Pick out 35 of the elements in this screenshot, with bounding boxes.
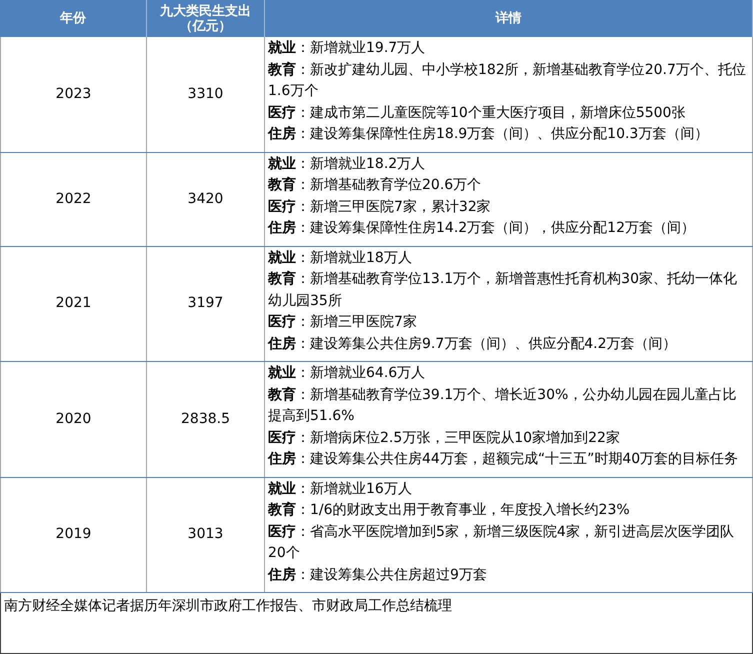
table-cell-text: 2019 xyxy=(56,525,92,544)
detail-line: 就业：新增就业18.2万人 xyxy=(268,154,426,174)
table-cell-text: 3013 xyxy=(188,525,224,544)
column-heading: 详情 xyxy=(496,11,522,26)
detail-line: 就业：新增就业18万人 xyxy=(268,248,413,268)
detail-line: 教育：新增基础教育学位13.1万个，新增普惠性托育机构30家、托幼一体化幼儿园35所 xyxy=(268,270,738,310)
detail-line: 医疗：建成市第二儿童医院等10个重大医疗项目，新增床位5500张 xyxy=(268,104,686,122)
detail-line: 住房：建设筹集公共住房超过9万套 xyxy=(268,566,488,584)
column-heading: 九大类民生支出 xyxy=(160,4,251,18)
column-heading: （亿元） xyxy=(180,18,232,34)
detail-line: 住房：建设筹集公共住房44万套，超额完成“十三五”时期40万套的目标任务 xyxy=(268,450,740,469)
detail-line: 住房：建设筹集保障性住房14.2万套（间），供应分配12万套（间） xyxy=(268,218,696,238)
table-cell-text: 2020 xyxy=(56,410,92,429)
detail-line: 住房：建设筹集保障性住房18.9万套（间）、供应分配10.3万套（间） xyxy=(268,124,710,144)
detail-line: 医疗：省高水平医院增加到5家，新增三级医院4家，新引进高层次医学团队20个 xyxy=(268,522,735,563)
detail-line: 教育：新改扩建幼儿园、中小学校182所，新增基础教育学位20.7万个、托位1.6万个 xyxy=(268,60,747,101)
table-cell-text: 3420 xyxy=(188,190,224,208)
detail-line: 教育：1/6的财政支出用于教育事业，年度投入增长约23% xyxy=(268,500,631,520)
detail-line: 医疗：新增三甲医院7家 xyxy=(268,313,418,332)
detail-line: 教育：新增基础教育学位39.1万个、增长近30%，公办幼儿园在园儿童占比提高到51.6% xyxy=(268,386,738,426)
detail-line: 医疗：新增三甲医院7家，累计32家 xyxy=(268,198,492,216)
table-cell-text: 2838.5 xyxy=(181,410,230,429)
table-cell-text: 2021 xyxy=(56,294,92,314)
detail-line: 教育：新增基础教育学位20.6万个 xyxy=(268,176,482,195)
detail-line: 就业：新增就业19.7万人 xyxy=(268,39,426,58)
detail-line: 医疗：新增病床位2.5万张，三甲医院从10家增加到22家 xyxy=(268,428,621,448)
column-heading: 年份 xyxy=(60,11,86,26)
footnote: 南方财经全媒体记者据历年深圳市政府工作报告、市财政局工作总结梳理 xyxy=(4,598,452,614)
table-cell-text: 3197 xyxy=(188,294,224,314)
detail-line: 住房：建设筹集公共住房9.7万套（间）、供应分配4.2万套（间） xyxy=(268,334,678,354)
detail-line: 就业：新增就业64.6万人 xyxy=(268,364,426,383)
table-cell-text: 3310 xyxy=(188,84,224,104)
table-cell-text: 2022 xyxy=(56,190,92,208)
table-cell-text: 2023 xyxy=(56,84,92,104)
detail-line: 就业：新增就业16万人 xyxy=(268,480,413,498)
